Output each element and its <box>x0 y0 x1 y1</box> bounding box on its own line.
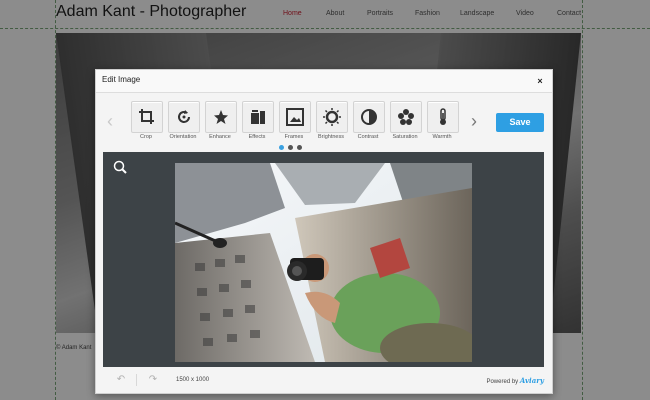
saturation-icon <box>398 109 414 125</box>
page-dot[interactable] <box>297 145 302 150</box>
divider <box>136 374 137 386</box>
close-icon: × <box>537 76 543 86</box>
brightness-icon <box>323 108 341 126</box>
chevron-left-icon: ‹ <box>107 111 113 131</box>
undo-button[interactable]: ↶ <box>114 374 128 386</box>
redo-icon: ↷ <box>148 374 158 385</box>
page-dot[interactable] <box>279 145 284 150</box>
zoom-icon[interactable] <box>113 160 127 174</box>
tool-warmth[interactable]: Warmth <box>424 101 460 143</box>
undo-icon: ↶ <box>116 374 126 385</box>
crop-icon <box>139 109 154 124</box>
image-canvas <box>103 152 544 367</box>
dialog-footer: ↶ ↷ 1500 x 1000 Powered by Aviary <box>96 370 552 392</box>
rotate-icon <box>178 110 190 123</box>
redo-button[interactable]: ↷ <box>146 374 160 386</box>
enhance-icon <box>214 110 228 124</box>
image-dimensions: 1500 x 1000 <box>176 377 210 383</box>
save-button[interactable]: Save <box>496 113 544 132</box>
powered-by: Powered by Aviary <box>486 376 544 385</box>
close-button[interactable]: × <box>534 75 546 87</box>
frames-icon <box>286 108 304 126</box>
aviary-logo: Aviary <box>519 376 544 385</box>
chevron-right-icon: › <box>471 111 477 131</box>
warmth-icon <box>440 108 446 125</box>
toolbar-page-dots <box>279 145 309 151</box>
edit-image-dialog: Edit Image × ‹ Crop Orientation Enhance … <box>95 69 553 394</box>
edited-photo <box>175 163 472 362</box>
prev-tools-button[interactable]: ‹ <box>104 111 116 131</box>
tool-label: Warmth <box>432 134 452 140</box>
effects-icon <box>251 110 265 124</box>
page-dot[interactable] <box>288 145 293 150</box>
contrast-icon <box>361 109 377 125</box>
dialog-title: Edit Image <box>102 75 141 84</box>
tool-toolbar: ‹ Crop Orientation Enhance Effects Frame… <box>96 93 552 151</box>
dialog-header: Edit Image × <box>96 70 552 93</box>
next-tools-button[interactable]: › <box>468 111 480 131</box>
